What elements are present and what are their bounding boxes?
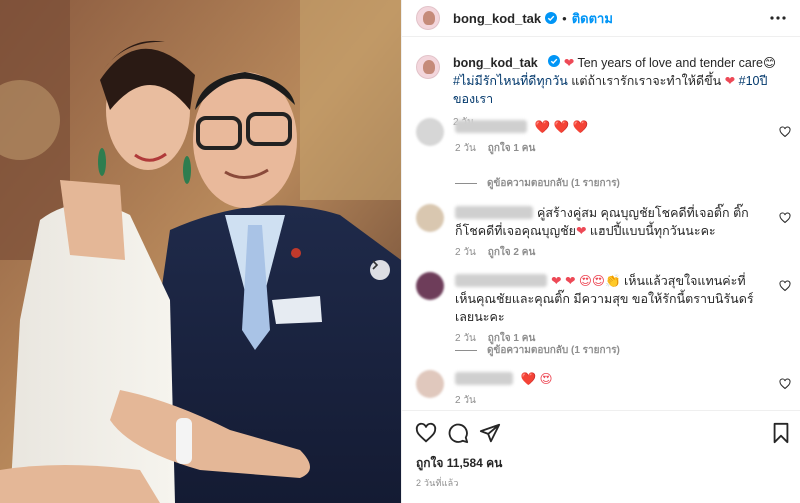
replies-divider [455, 350, 477, 351]
comment-likes[interactable]: ถูกใจ 2 คน [488, 247, 536, 258]
comment-item: คู่สร้างคู่สม คุณบุญชัยโชคดีที่เจอติ๊ก ต… [416, 204, 791, 262]
next-photo-button[interactable] [370, 260, 390, 280]
commenter-avatar[interactable] [416, 370, 444, 398]
share-icon[interactable] [479, 422, 501, 444]
bookmark-icon[interactable] [770, 422, 792, 444]
commenter-avatar[interactable] [416, 118, 444, 146]
heart-emoji: ❤ [563, 56, 575, 70]
couple-photo-illustration [0, 0, 401, 503]
heart-icon[interactable] [415, 422, 437, 444]
commenter-username-blurred[interactable] [455, 372, 513, 385]
heart-icon[interactable] [779, 378, 791, 390]
smile-emoji: 😊 [762, 56, 777, 70]
like-count[interactable]: ถูกใจ 11,584 คน [416, 454, 502, 473]
caption-avatar[interactable] [416, 55, 440, 79]
emoji-string: ❤ ❤ 😍😍👏 [551, 274, 621, 288]
heart-emoji: ❤ [724, 74, 736, 88]
follow-button[interactable]: ติดตาม [572, 8, 613, 29]
post-date: 2 วันที่แล้ว [416, 478, 459, 488]
post-header: bong_kod_tak • ติดตาม [402, 0, 800, 37]
comment-item: ❤️ ❤️ ❤️ 2 วัน ถูกใจ 1 คน [416, 118, 791, 158]
comment-text-tail: แฮปปี้แบบนี้ทุกวันนะคะ [586, 224, 716, 238]
verified-badge-icon [548, 55, 561, 67]
commenter-username-blurred[interactable] [455, 274, 547, 287]
view-replies-label[interactable]: ดูข้อความตอบกลับ (1 รายการ) [487, 343, 620, 358]
commenter-username-blurred[interactable] [455, 120, 527, 133]
commenter-avatar[interactable] [416, 204, 444, 232]
comment-item: ❤️ 😍 2 วัน [416, 370, 791, 410]
separator-dot: • [562, 10, 567, 26]
post-side-panel: bong_kod_tak • ติดตาม bong_kod_tak ❤ Ten… [401, 0, 800, 503]
comment-text: ❤️ ❤️ ❤️ [534, 120, 589, 134]
comment-likes[interactable]: ถูกใจ 1 คน [488, 143, 536, 154]
caption-text-mid: แต่ถ้าเรารักเราจะทำให้ดีขึ้น [567, 74, 725, 88]
more-options-icon[interactable] [769, 9, 787, 27]
post-photo[interactable] [0, 0, 401, 503]
heart-icon[interactable] [779, 280, 791, 292]
heart-emoji: ❤ [575, 224, 587, 238]
author-avatar[interactable] [416, 6, 440, 30]
commenter-username-blurred[interactable] [455, 206, 533, 219]
view-replies-button[interactable]: ดูข้อความตอบกลับ (1 รายการ) [455, 176, 620, 191]
commenter-avatar[interactable] [416, 272, 444, 300]
comment-time: 2 วัน [455, 247, 476, 258]
comment-text: ❤️ 😍 [520, 372, 553, 386]
hashtag-link[interactable]: #ไม่มีรักไหนที่ดีทุกวัน [453, 74, 568, 88]
caption-text: Ten years of love and tender care [577, 56, 763, 70]
view-replies-label[interactable]: ดูข้อความตอบกลับ (1 รายการ) [487, 176, 620, 191]
next-arrow-icon [372, 260, 379, 270]
instagram-post-view: bong_kod_tak • ติดตาม bong_kod_tak ❤ Ten… [0, 0, 800, 503]
comment-time: 2 วัน [455, 395, 476, 406]
comment-item: ❤ ❤ 😍😍👏 เห็นแล้วสุขใจแทนค่ะที่เห็นคุณชัย… [416, 272, 791, 348]
heart-icon[interactable] [779, 212, 791, 224]
verified-badge-icon [545, 12, 558, 24]
replies-divider [455, 183, 477, 184]
author-username[interactable]: bong_kod_tak [453, 11, 541, 26]
comment-icon[interactable] [447, 422, 469, 444]
comment-time: 2 วัน [455, 143, 476, 154]
caption-username[interactable]: bong_kod_tak [453, 56, 538, 70]
heart-icon[interactable] [779, 126, 791, 138]
view-replies-button[interactable]: ดูข้อความตอบกลับ (1 รายการ) [455, 343, 620, 358]
